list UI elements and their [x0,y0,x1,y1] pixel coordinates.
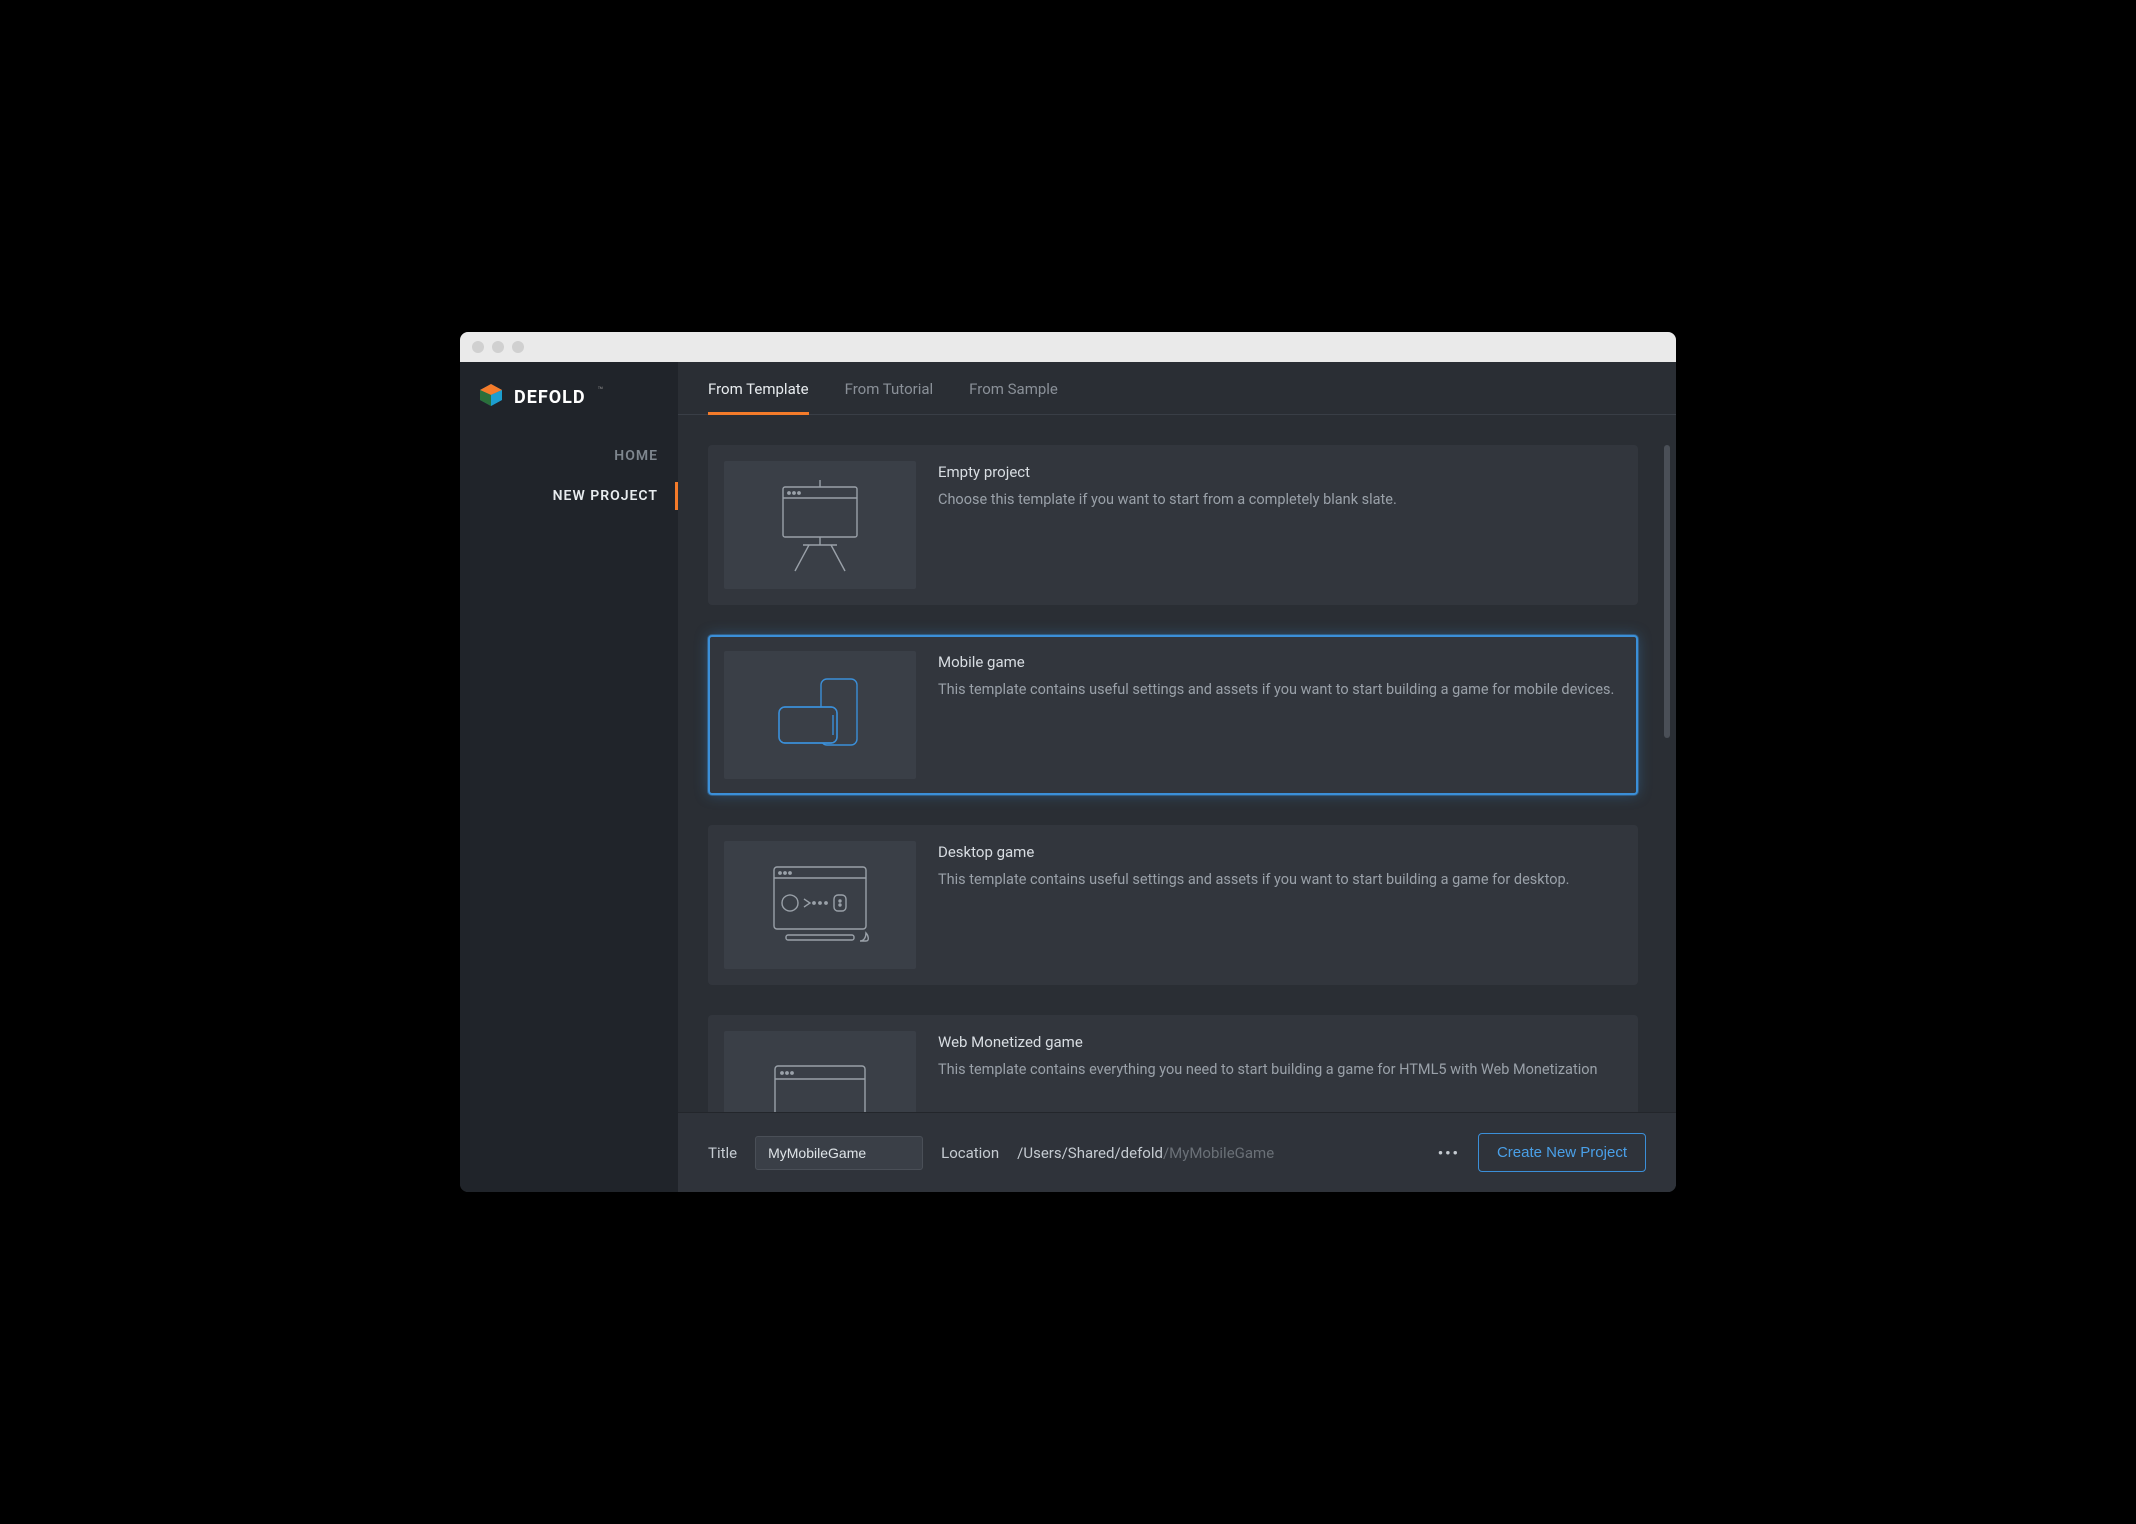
tab-from-template[interactable]: From Template [708,380,809,415]
template-title: Web Monetized game [938,1033,1598,1051]
create-project-button[interactable]: Create New Project [1478,1133,1646,1172]
template-description: Choose this template if you want to star… [938,489,1397,511]
template-card[interactable]: Web Monetized game This template contains… [708,1015,1638,1112]
easel-icon [724,461,916,589]
template-title: Desktop game [938,843,1569,861]
brand-name: DEFOLD [514,387,586,408]
titlebar [460,332,1676,362]
window-controls [472,341,524,353]
template-title: Mobile game [938,653,1614,671]
template-title: Empty project [938,463,1397,481]
template-list: Empty project Choose this template if you… [678,415,1662,1112]
template-card[interactable]: Mobile game This template contains useful… [708,635,1638,795]
location-path: /Users/Shared/defold/MyMobileGame [1017,1144,1274,1162]
browser-icon [724,1031,916,1112]
defold-logo-icon [478,382,504,412]
location-base: /Users/Shared/defold [1017,1144,1163,1162]
title-label: Title [708,1144,737,1162]
more-options-button[interactable]: ••• [1438,1144,1460,1162]
project-title-input[interactable] [755,1136,923,1170]
main-content: From Template From Tutorial From Sample Em… [678,362,1676,1192]
location-suffix: /MyMobileGame [1163,1144,1274,1162]
scrollbar-thumb[interactable] [1664,445,1670,738]
template-description: This template contains useful settings a… [938,869,1569,891]
template-card[interactable]: Desktop game This template contains usefu… [708,825,1638,985]
sidebar-item-new-project[interactable]: NEW PROJECT [460,476,678,516]
devices-icon [724,651,916,779]
template-card[interactable]: Empty project Choose this template if you… [708,445,1638,605]
template-description: This template contains everything you ne… [938,1059,1598,1081]
brand-logo: DEFOLD ™ [460,376,678,436]
trademark-icon: ™ [598,386,604,396]
minimize-window-icon[interactable] [492,341,504,353]
sidebar: DEFOLD ™ HOMENEW PROJECT [460,362,678,1192]
location-label: Location [941,1144,999,1162]
template-description: This template contains useful settings a… [938,679,1614,701]
tab-bar: From Template From Tutorial From Sample [678,362,1676,415]
app-window: DEFOLD ™ HOMENEW PROJECT From TemplateFr… [460,332,1676,1192]
tab-from-sample[interactable]: From Sample [969,380,1058,415]
sidebar-nav: HOMENEW PROJECT [460,436,678,516]
scrollbar-track[interactable] [1662,415,1676,1112]
tab-from-tutorial[interactable]: From Tutorial [845,380,934,415]
maximize-window-icon[interactable] [512,341,524,353]
sidebar-item-home[interactable]: HOME [460,436,678,476]
monitor-icon [724,841,916,969]
footer-bar: Title Location /Users/Shared/defold/MyMo… [678,1112,1676,1192]
close-window-icon[interactable] [472,341,484,353]
